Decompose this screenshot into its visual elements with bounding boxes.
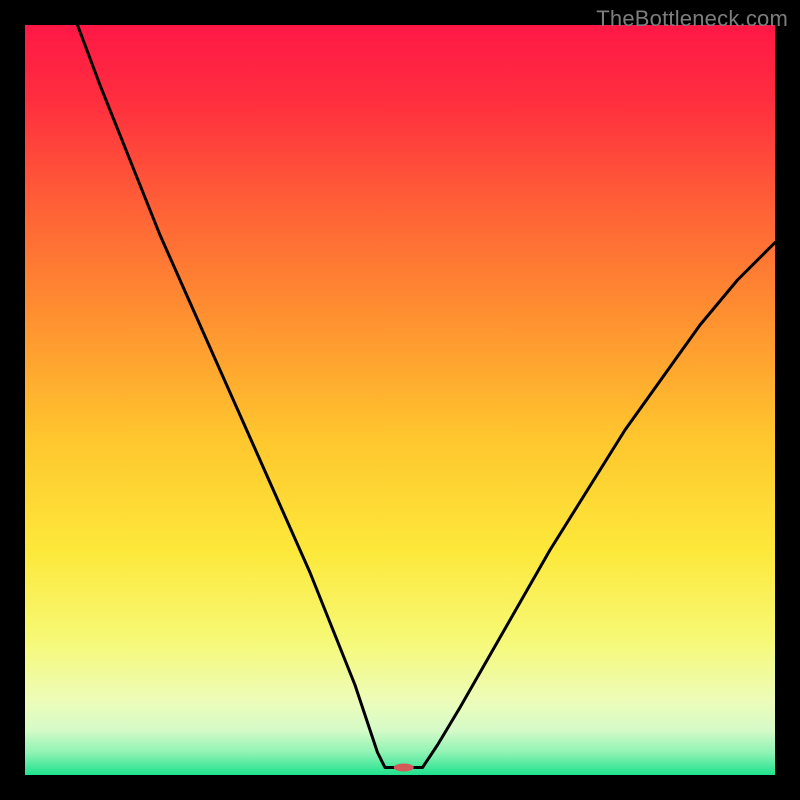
chart-svg [25,25,775,775]
plot-area [25,25,775,775]
gradient-background [25,25,775,775]
watermark-text: TheBottleneck.com [596,6,788,32]
chart-frame: TheBottleneck.com [0,0,800,800]
optimum-marker [394,764,414,772]
